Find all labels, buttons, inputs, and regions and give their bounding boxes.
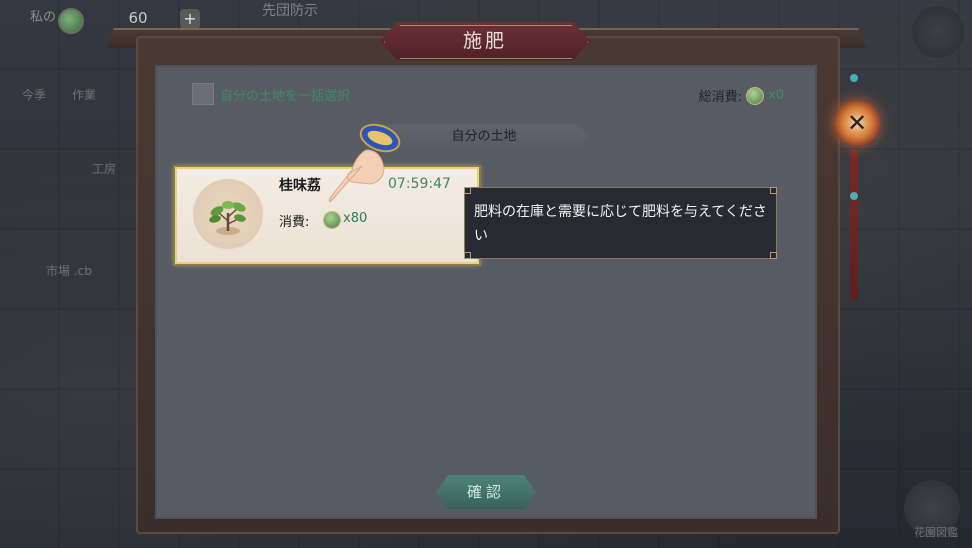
plant-name: 桂味荔 bbox=[279, 178, 321, 194]
shield-resource-icon bbox=[58, 8, 84, 34]
fertilizer-icon bbox=[746, 86, 765, 105]
background-title: 先団防示 bbox=[262, 3, 318, 19]
select-all-toggle[interactable]: 自分の土地を一括選択 bbox=[192, 83, 351, 105]
side-item-market[interactable]: 市場 .cb bbox=[46, 262, 92, 279]
consume-label: 消費: bbox=[279, 215, 310, 230]
corner-emblem-icon[interactable] bbox=[912, 6, 964, 58]
section-tab: 自分の土地 bbox=[378, 124, 590, 150]
tooltip-corner bbox=[464, 252, 471, 259]
add-resource-button[interactable]: + bbox=[180, 9, 200, 29]
tooltip-text: 肥料の在庫と需要に応じて肥料を与えてください bbox=[474, 204, 767, 244]
total-count: x0 bbox=[768, 88, 784, 103]
resource-label: 私の bbox=[30, 10, 57, 25]
side-item-season[interactable]: 今季 bbox=[22, 86, 46, 103]
section-label: 自分の土地 bbox=[451, 129, 517, 144]
sapling-icon bbox=[209, 201, 246, 235]
total-consumption: 総消費: x0 bbox=[699, 86, 784, 105]
total-label: 総消費: bbox=[698, 90, 743, 105]
confirm-button[interactable]: 確認 bbox=[436, 475, 536, 509]
select-all-label: 自分の土地を一括選択 bbox=[220, 88, 351, 104]
resource-value: 60 bbox=[128, 9, 148, 27]
garden-book-label: 花園図鑑 bbox=[914, 526, 958, 539]
side-item-work[interactable]: 作業 bbox=[72, 86, 96, 103]
confirm-label: 確認 bbox=[466, 483, 505, 501]
tooltip-corner bbox=[464, 187, 471, 194]
tassel-bead bbox=[850, 74, 858, 82]
fertilizer-icon bbox=[323, 211, 341, 229]
consume-count: x80 bbox=[343, 211, 368, 226]
close-icon: ✕ bbox=[846, 109, 868, 137]
close-button[interactable]: ✕ bbox=[834, 100, 880, 146]
title-plate: 施肥 bbox=[380, 22, 590, 60]
dialog-title: 施肥 bbox=[462, 30, 507, 52]
tutorial-tooltip: 肥料の在庫と需要に応じて肥料を与えてください bbox=[464, 187, 777, 259]
pointing-hand-icon bbox=[328, 123, 401, 203]
tooltip-corner bbox=[770, 187, 777, 194]
tassel-bead bbox=[850, 192, 858, 200]
tooltip-corner bbox=[770, 252, 777, 259]
plant-thumbnail bbox=[193, 179, 263, 249]
side-item-workshop[interactable]: 工房 bbox=[92, 160, 116, 177]
select-all-checkbox[interactable] bbox=[192, 83, 214, 105]
close-tassel bbox=[850, 150, 858, 300]
